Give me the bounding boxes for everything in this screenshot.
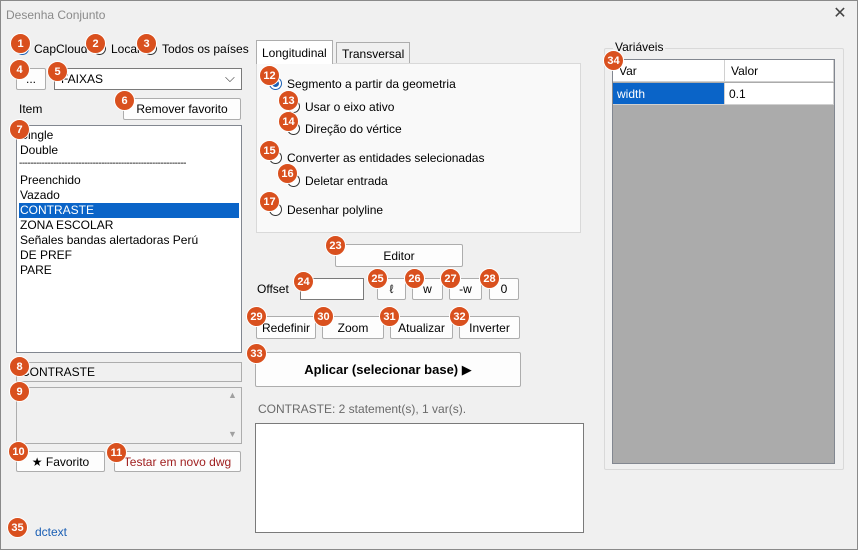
description-textarea[interactable]: ▲ ▼	[16, 387, 242, 444]
radio-segmento-label: Segmento a partir da geometria	[287, 77, 456, 91]
annotation-badge: 13	[278, 90, 299, 111]
annotation-badge: 9	[9, 381, 30, 402]
favorite-button[interactable]: ★ Favorito	[16, 451, 105, 472]
list-item[interactable]: DE PREF	[19, 248, 239, 263]
dialog-window: Desenha Conjunto ✕ CapCloud Local Todos …	[0, 0, 858, 550]
list-item[interactable]: Vazado	[19, 188, 239, 203]
item-list[interactable]: Single Double --------------------------…	[16, 125, 242, 353]
annotation-badge: 1	[10, 33, 31, 54]
annotation-badge: 26	[404, 268, 425, 289]
annotation-badge: 28	[479, 268, 500, 289]
list-separator: ----------------------------------------…	[19, 158, 186, 169]
radio-todos-label: Todos os países	[162, 42, 249, 56]
annotation-badge: 29	[246, 306, 267, 327]
tab-longitudinal[interactable]: Longitudinal	[256, 40, 333, 64]
item-label: Item	[19, 102, 43, 116]
list-item[interactable]: Double	[19, 143, 239, 158]
annotation-badge: 10	[8, 441, 29, 462]
variables-grid[interactable]: Var Valor width 0.1	[612, 59, 835, 464]
annotation-badge: 8	[9, 356, 30, 377]
annotation-badge: 2	[85, 33, 106, 54]
annotation-badge: 27	[440, 268, 461, 289]
radio-capcloud-label: CapCloud	[34, 42, 88, 56]
variables-group-label: Variáveis	[613, 40, 666, 54]
annotation-badge: 23	[325, 235, 346, 256]
list-item[interactable]: ZONA ESCOLAR	[19, 218, 239, 233]
annotation-badge: 7	[9, 119, 30, 140]
radio-converter-label: Converter as entidades selecionadas	[287, 151, 485, 165]
grid-cell-valor[interactable]: 0.1	[725, 83, 834, 105]
grid-header-var[interactable]: Var	[613, 60, 725, 82]
annotation-badge: 5	[47, 61, 68, 82]
item-name-value: CONTRASTE	[21, 365, 96, 379]
annotation-badge: 34	[603, 50, 624, 71]
annotation-badge: 30	[313, 306, 334, 327]
close-icon[interactable]: ✕	[829, 6, 851, 24]
scroll-down-icon[interactable]: ▼	[228, 429, 237, 439]
list-item[interactable]: Preenchido	[19, 173, 239, 188]
annotation-badge: 11	[106, 442, 127, 463]
annotation-badge: 15	[259, 140, 280, 161]
annotation-badge: 16	[277, 163, 298, 184]
annotation-badge: 25	[367, 268, 388, 289]
longitudinal-panel: Segmento a partir da geometria Usar o ei…	[256, 63, 581, 233]
list-item[interactable]: PARE	[19, 263, 239, 278]
tab-transversal[interactable]: Transversal	[336, 42, 411, 64]
grid-header-valor[interactable]: Valor	[725, 60, 834, 82]
annotation-badge: 24	[293, 271, 314, 292]
chevron-down-icon: ⌵	[225, 70, 235, 85]
annotation-badge: 3	[136, 33, 157, 54]
annotation-badge: 4	[9, 59, 30, 80]
output-textarea[interactable]	[255, 423, 584, 533]
apply-button[interactable]: Aplicar (selecionar base) ▶	[255, 352, 521, 387]
annotation-badge: 35	[7, 517, 28, 538]
annotation-badge: 32	[449, 306, 470, 327]
list-item[interactable]: Señales bandas alertadoras Perú	[19, 233, 239, 248]
annotation-badge: 31	[379, 306, 400, 327]
annotation-badge: 14	[278, 111, 299, 132]
scrollbar[interactable]: ▲ ▼	[225, 388, 241, 443]
offset-label: Offset	[257, 282, 289, 296]
list-item[interactable]: Single	[19, 128, 239, 143]
test-new-dwg-button[interactable]: Testar em novo dwg	[114, 451, 241, 472]
title-bar: Desenha Conjunto ✕	[1, 1, 857, 29]
radio-desenhar-label: Desenhar polyline	[287, 203, 384, 217]
scroll-up-icon[interactable]: ▲	[228, 390, 237, 400]
window-title: Desenha Conjunto	[6, 8, 106, 22]
annotation-badge: 17	[259, 191, 280, 212]
radio-deletar-label: Deletar entrada	[305, 174, 388, 188]
remove-favorite-button[interactable]: Remover favorito	[123, 98, 241, 120]
annotation-badge: 33	[246, 343, 267, 364]
radio-usar-eixo-label: Usar o eixo ativo	[305, 100, 395, 114]
editor-button[interactable]: Editor	[335, 244, 463, 267]
annotation-badge: 6	[114, 90, 135, 111]
status-text: CONTRASTE: 2 statement(s), 1 var(s).	[258, 402, 467, 416]
grid-cell-var[interactable]: width	[613, 83, 725, 105]
dctext-link[interactable]: dctext	[35, 525, 67, 539]
item-name-field[interactable]: CONTRASTE	[16, 362, 242, 382]
annotation-badge: 12	[259, 65, 280, 86]
list-item-selected[interactable]: CONTRASTE	[19, 203, 239, 218]
radio-direcao-label: Direção do vértice	[305, 122, 402, 136]
family-dropdown[interactable]: FAIXAS ⌵	[54, 68, 242, 90]
